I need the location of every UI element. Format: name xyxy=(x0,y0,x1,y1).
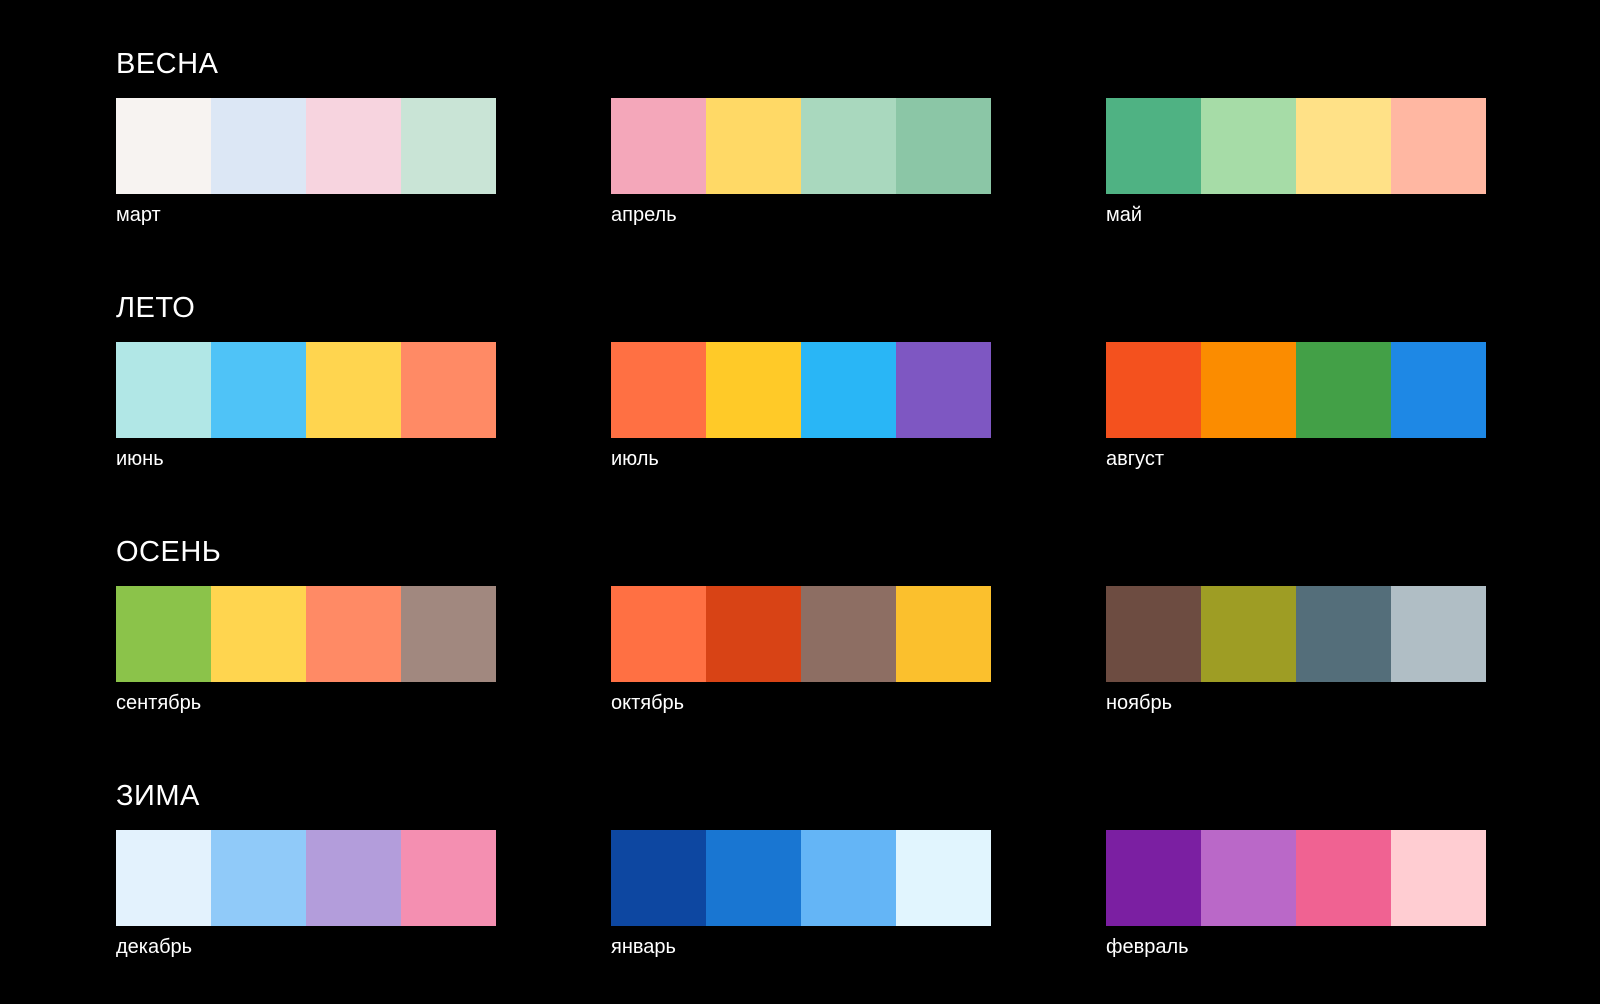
color-swatch xyxy=(1201,98,1296,194)
color-swatch xyxy=(706,586,801,682)
color-swatch xyxy=(1296,98,1391,194)
palette-july: июль xyxy=(611,342,991,471)
color-swatch xyxy=(116,586,211,682)
color-swatch xyxy=(1296,342,1391,438)
palette-may: май xyxy=(1106,98,1486,227)
swatch-row xyxy=(611,586,991,682)
color-swatch xyxy=(1296,830,1391,926)
swatch-row xyxy=(116,830,496,926)
color-swatch xyxy=(1391,98,1486,194)
palette-november: ноябрь xyxy=(1106,586,1486,715)
swatch-row xyxy=(1106,342,1486,438)
palette-label: январь xyxy=(611,936,676,958)
color-swatch xyxy=(211,586,306,682)
season-title-summer: ЛЕТО xyxy=(116,292,196,324)
color-swatch xyxy=(116,342,211,438)
color-swatch xyxy=(1391,830,1486,926)
swatch-row xyxy=(1106,586,1486,682)
color-swatch xyxy=(211,342,306,438)
color-swatch xyxy=(306,342,401,438)
palette-february: февраль xyxy=(1106,830,1486,959)
swatch-row xyxy=(1106,830,1486,926)
color-swatch xyxy=(306,586,401,682)
color-swatch xyxy=(801,586,896,682)
color-swatch xyxy=(1106,830,1201,926)
palette-label: сентябрь xyxy=(116,692,202,714)
color-swatch xyxy=(706,830,801,926)
color-swatch xyxy=(306,830,401,926)
swatch-row xyxy=(611,342,991,438)
season-title-winter: ЗИМА xyxy=(116,780,200,812)
color-swatch xyxy=(1296,586,1391,682)
color-swatch xyxy=(211,830,306,926)
color-swatch xyxy=(306,98,401,194)
palette-september: сентябрь xyxy=(116,586,496,715)
color-swatch xyxy=(116,98,211,194)
color-swatch xyxy=(1201,830,1296,926)
swatch-row xyxy=(611,830,991,926)
palette-label: август xyxy=(1106,448,1164,470)
color-swatch xyxy=(1201,586,1296,682)
color-swatch xyxy=(611,98,706,194)
color-swatch xyxy=(706,98,801,194)
color-swatch xyxy=(401,342,496,438)
color-swatch xyxy=(401,586,496,682)
color-swatch xyxy=(896,830,991,926)
color-swatch xyxy=(211,98,306,194)
swatch-row xyxy=(116,586,496,682)
palette-december: декабрь xyxy=(116,830,496,959)
color-swatch xyxy=(1106,586,1201,682)
color-swatch xyxy=(1106,98,1201,194)
color-swatch xyxy=(1391,586,1486,682)
color-swatch xyxy=(706,342,801,438)
color-swatch xyxy=(896,98,991,194)
palette-label: декабрь xyxy=(116,936,193,958)
palette-label: июнь xyxy=(116,448,164,470)
color-swatch xyxy=(801,98,896,194)
color-swatch xyxy=(801,342,896,438)
palette-label: июль xyxy=(611,448,659,470)
color-swatch xyxy=(1106,342,1201,438)
swatch-row xyxy=(116,342,496,438)
palette-label: ноябрь xyxy=(1106,692,1172,714)
palette-january: январь xyxy=(611,830,991,959)
color-swatch xyxy=(611,830,706,926)
palette-label: октябрь xyxy=(611,692,685,714)
season-title-spring: ВЕСНА xyxy=(116,48,219,80)
palette-label: апрель xyxy=(611,204,677,226)
color-swatch xyxy=(1201,342,1296,438)
color-swatch xyxy=(116,830,211,926)
palette-label: май xyxy=(1106,204,1143,226)
palette-october: октябрь xyxy=(611,586,991,715)
color-swatch xyxy=(401,830,496,926)
color-swatch xyxy=(896,586,991,682)
season-title-autumn: ОСЕНЬ xyxy=(116,536,222,568)
palette-april: апрель xyxy=(611,98,991,227)
palette-march: март xyxy=(116,98,496,227)
palette-june: июнь xyxy=(116,342,496,471)
swatch-row xyxy=(116,98,496,194)
color-swatch xyxy=(611,586,706,682)
swatch-row xyxy=(611,98,991,194)
swatch-row xyxy=(1106,98,1486,194)
palette-label: март xyxy=(116,204,161,226)
palette-august: август xyxy=(1106,342,1486,471)
palette-label: февраль xyxy=(1106,936,1189,958)
color-swatch xyxy=(801,830,896,926)
season-palettes-canvas: ВЕСНА март апрель май ЛЕТО июнь июль авг… xyxy=(0,0,1600,1004)
color-swatch xyxy=(611,342,706,438)
color-swatch xyxy=(1391,342,1486,438)
color-swatch xyxy=(401,98,496,194)
color-swatch xyxy=(896,342,991,438)
